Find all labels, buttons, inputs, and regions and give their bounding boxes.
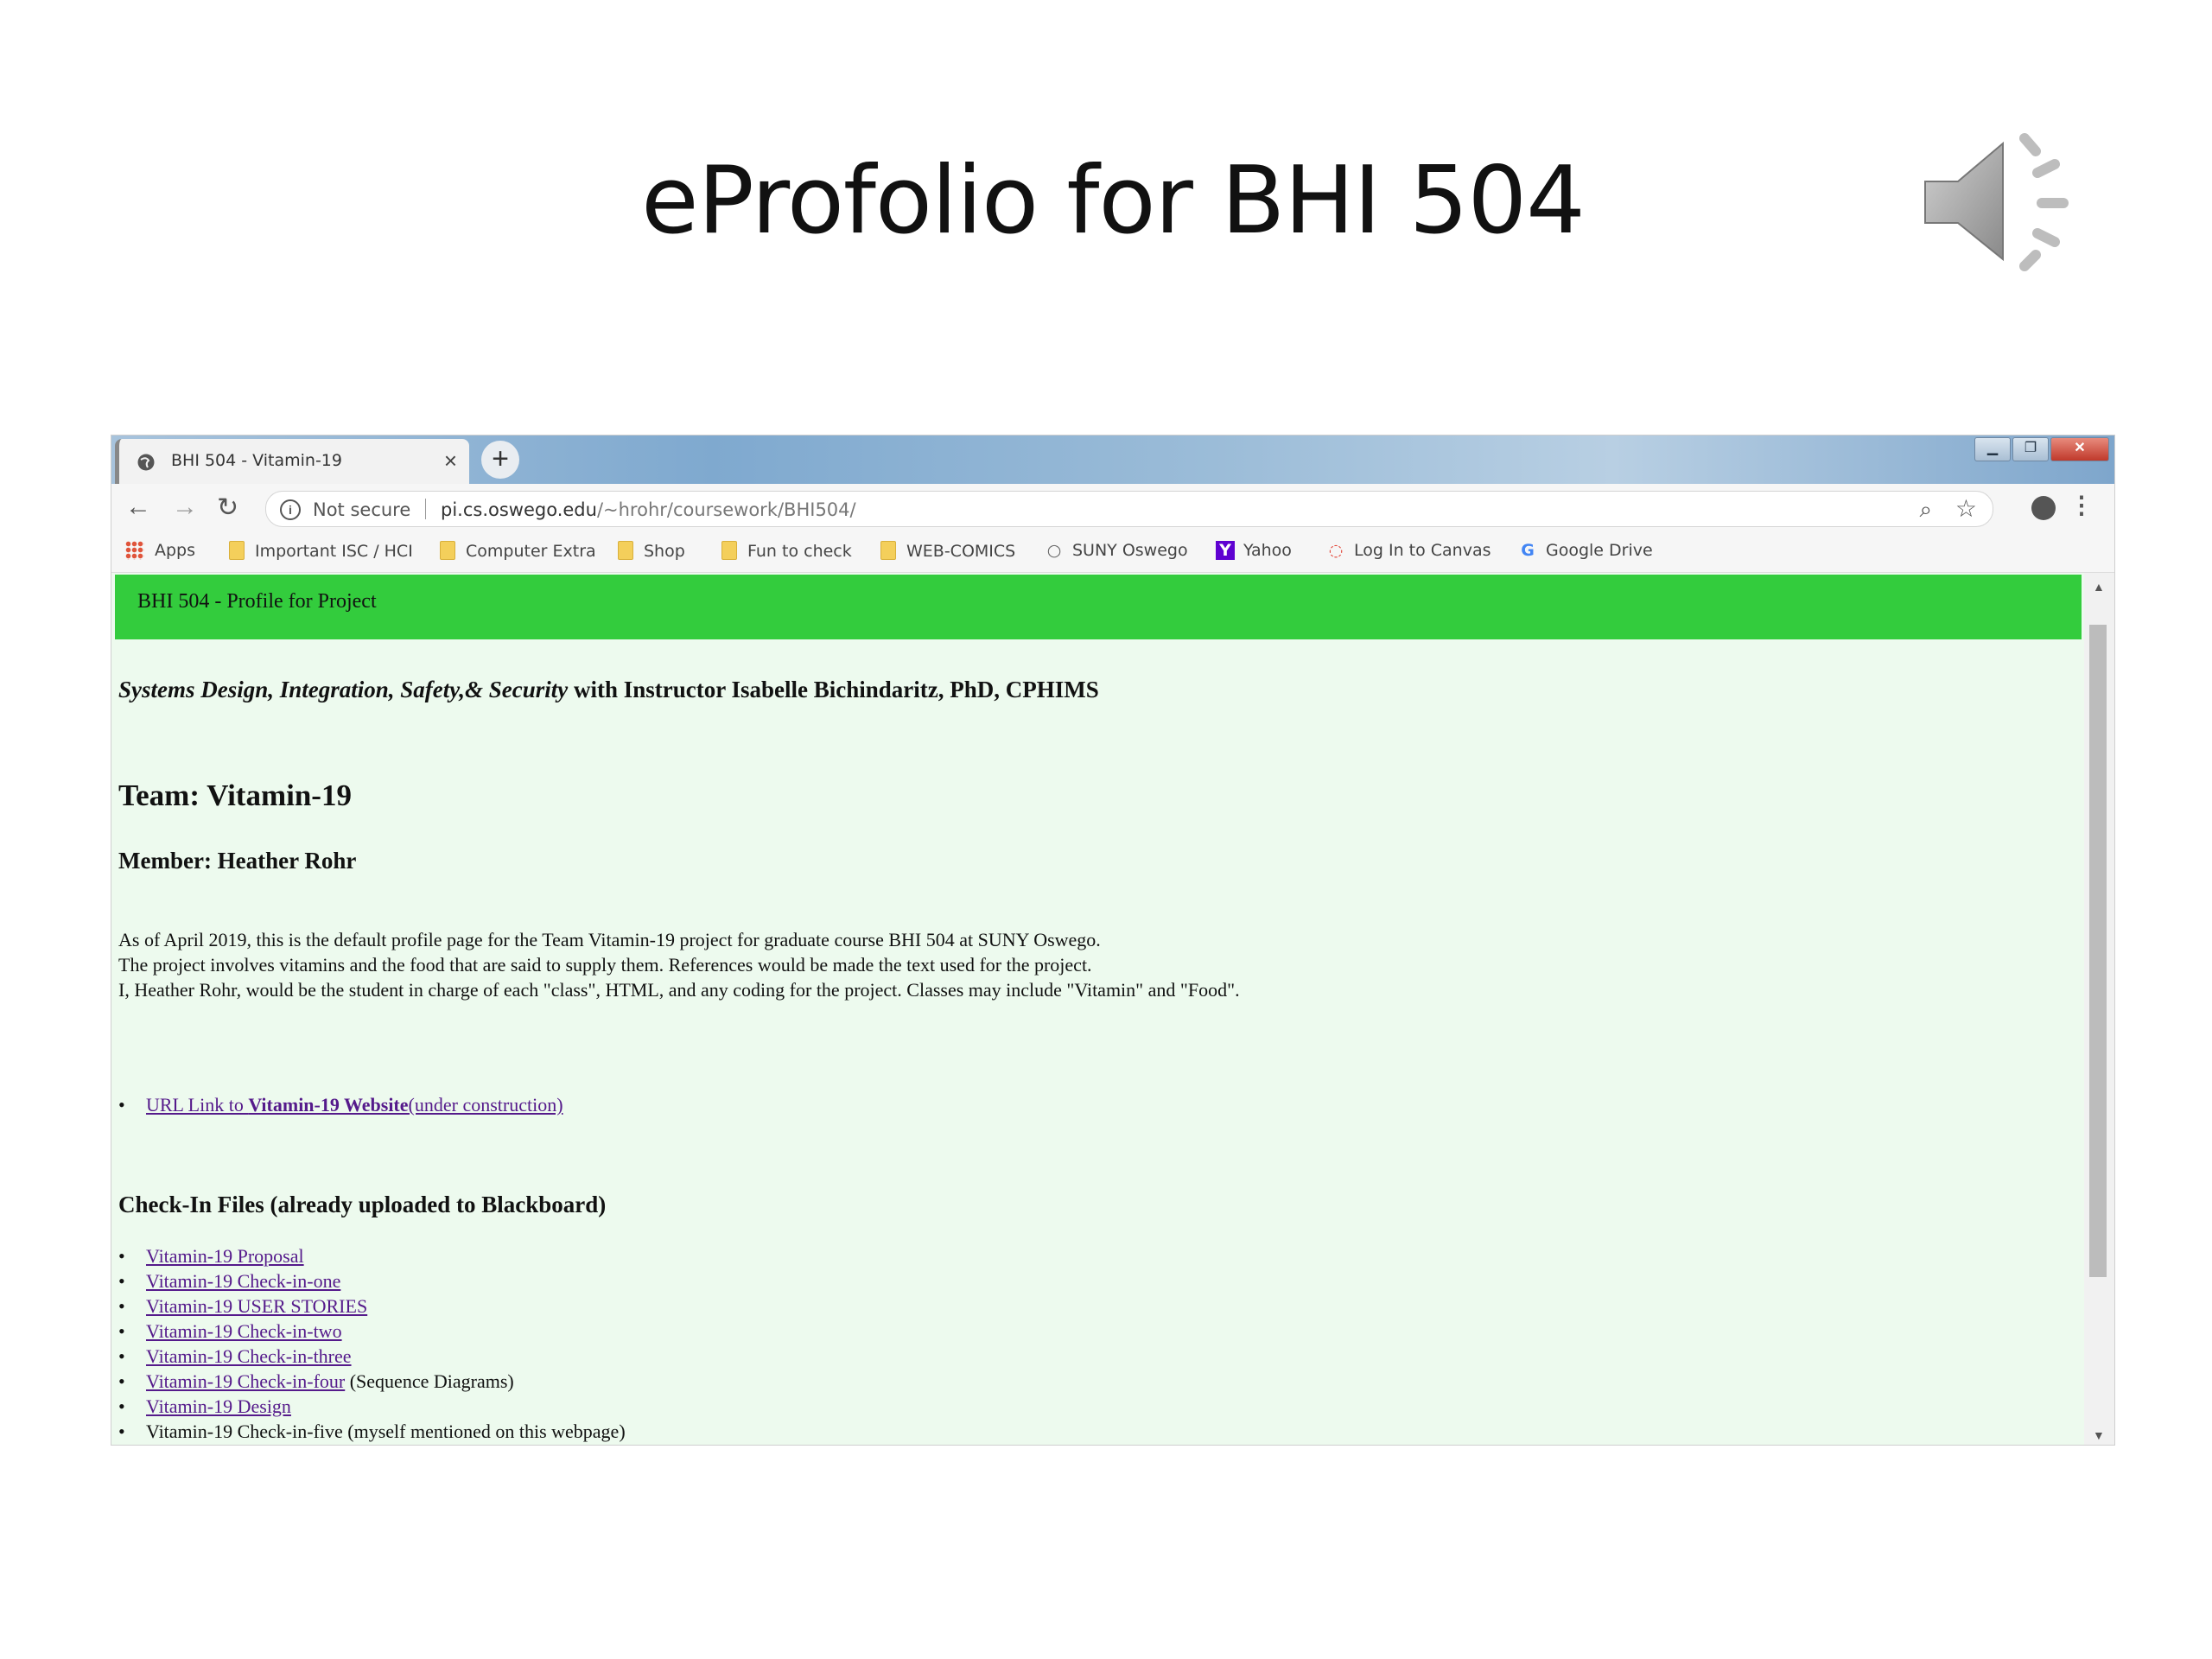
zoom-icon[interactable]: ⌕	[1919, 496, 1932, 524]
browser-titlebar: BHI 504 - Vitamin-19 × + ▁ ❐ ✕	[111, 435, 2114, 484]
vertical-scrollbar[interactable]: ▲ ▼	[2084, 573, 2114, 1445]
course-line: Systems Design, Integration, Safety,& Se…	[118, 677, 1099, 702]
bookmark-star-icon[interactable]: ☆	[1955, 494, 1977, 523]
scrollbar-thumb[interactable]	[2089, 625, 2107, 1277]
bookmarks-bar: Apps Important ISC / HCI Computer Extra …	[111, 532, 2114, 573]
bookmark-apps[interactable]: Apps	[125, 541, 195, 560]
team-heading: Team: Vitamin-19	[118, 779, 352, 812]
folder-icon	[618, 541, 633, 560]
forward-arrow-icon[interactable]: →	[172, 493, 198, 522]
slide-title: eProfolio for BHI 504	[641, 147, 1586, 255]
folder-icon	[880, 541, 896, 560]
bookmark-folder[interactable]: Fun to check	[721, 541, 852, 561]
file-link[interactable]: Vitamin-19 USER STORIES	[146, 1295, 367, 1317]
security-status[interactable]: Not secure	[313, 499, 410, 520]
list-item: Vitamin-19 Check-in-three	[118, 1344, 626, 1369]
list-item: Vitamin-19 Proposal	[118, 1243, 626, 1268]
file-link[interactable]: Vitamin-19 Check-in-four	[146, 1370, 345, 1392]
bookmark-folder[interactable]: Important ISC / HCI	[229, 541, 413, 561]
page-header-text: BHI 504 - Profile for Project	[137, 590, 377, 613]
minimize-button[interactable]: ▁	[1974, 437, 2011, 461]
list-item: Vitamin-19 Design	[118, 1394, 626, 1419]
website-link-item: URL Link to Vitamin-19 Website(under con…	[118, 1094, 563, 1116]
folder-icon	[440, 541, 455, 560]
restore-button[interactable]: ❐	[2012, 437, 2049, 461]
file-link[interactable]: Vitamin-19 Check-in-one	[146, 1270, 340, 1292]
info-icon[interactable]: i	[280, 499, 301, 520]
circle-icon: ○	[1046, 541, 1062, 560]
apps-grid-icon	[125, 541, 144, 560]
browser-toolbar: ← → ↻ i Not secure pi.cs.oswego.edu/~hro…	[111, 484, 2114, 532]
globe-icon	[137, 454, 155, 471]
bookmark-yahoo[interactable]: Y Yahoo	[1216, 541, 1292, 560]
list-item: Vitamin-19 USER STORIES	[118, 1294, 626, 1319]
scroll-up-arrow-icon[interactable]: ▲	[2093, 580, 2105, 594]
menu-kebab-icon[interactable]: ⋮	[2069, 491, 2094, 519]
list-item: Vitamin-19 Check-in-four (Sequence Diagr…	[118, 1369, 626, 1394]
description-paragraph: As of April 2019, this is the default pr…	[118, 929, 1240, 1001]
bookmark-folder[interactable]: Shop	[618, 541, 685, 561]
checkin-heading: Check-In Files (already uploaded to Blac…	[118, 1192, 607, 1217]
url-text[interactable]: pi.cs.oswego.edu/~hrohr/coursework/BHI50…	[441, 499, 856, 520]
list-item: Vitamin-19 Check-in-one	[118, 1268, 626, 1294]
browser-window: BHI 504 - Vitamin-19 × + ▁ ❐ ✕ ← → ↻ i N…	[111, 435, 2115, 1446]
checkin-files-list: Vitamin-19 Proposal Vitamin-19 Check-in-…	[118, 1243, 626, 1444]
bookmark-folder[interactable]: Computer Extra	[440, 541, 596, 561]
list-item-plain: Vitamin-19 Check-in-five (myself mention…	[118, 1419, 626, 1444]
file-link[interactable]: Vitamin-19 Check-in-two	[146, 1320, 342, 1342]
bookmark-folder[interactable]: WEB-COMICS	[880, 541, 1015, 561]
website-link[interactable]: URL Link to Vitamin-19 Website(under con…	[146, 1094, 563, 1116]
page-header-bar: BHI 504 - Profile for Project	[115, 575, 2082, 639]
bookmark-canvas[interactable]: ◌ Log In to Canvas	[1326, 541, 1491, 560]
file-link[interactable]: Vitamin-19 Check-in-three	[146, 1345, 352, 1367]
folder-icon	[229, 541, 245, 560]
speaker-audio-icon[interactable]	[1916, 130, 2072, 276]
tab-title: BHI 504 - Vitamin-19	[171, 451, 342, 470]
bookmark-google-drive[interactable]: G Google Drive	[1518, 541, 1653, 560]
tab-close-icon[interactable]: ×	[444, 448, 457, 474]
file-link[interactable]: Vitamin-19 Design	[146, 1395, 291, 1417]
page-viewport: BHI 504 - Profile for Project Systems De…	[111, 573, 2084, 1445]
back-arrow-icon[interactable]: ←	[125, 493, 151, 522]
scroll-down-arrow-icon[interactable]: ▼	[2093, 1428, 2105, 1442]
omnibox-divider	[425, 499, 426, 519]
folder-icon	[721, 541, 737, 560]
window-controls: ▁ ❐ ✕	[1974, 437, 2109, 461]
bookmark-suny-oswego[interactable]: ○ SUNY Oswego	[1045, 541, 1188, 560]
member-heading: Member: Heather Rohr	[118, 848, 357, 874]
close-window-button[interactable]: ✕	[2050, 437, 2109, 461]
list-item: Vitamin-19 Check-in-two	[118, 1319, 626, 1344]
tab-active[interactable]: BHI 504 - Vitamin-19 ×	[115, 439, 469, 484]
yahoo-icon: Y	[1216, 541, 1235, 560]
reload-icon[interactable]: ↻	[217, 493, 238, 523]
google-icon: G	[1521, 541, 1535, 560]
canvas-icon: ◌	[1328, 541, 1344, 560]
address-bar[interactable]: i Not secure pi.cs.oswego.edu/~hrohr/cou…	[265, 491, 1993, 527]
file-link[interactable]: Vitamin-19 Proposal	[146, 1245, 304, 1267]
account-icon[interactable]	[2031, 496, 2056, 520]
new-tab-button[interactable]: +	[481, 441, 519, 479]
